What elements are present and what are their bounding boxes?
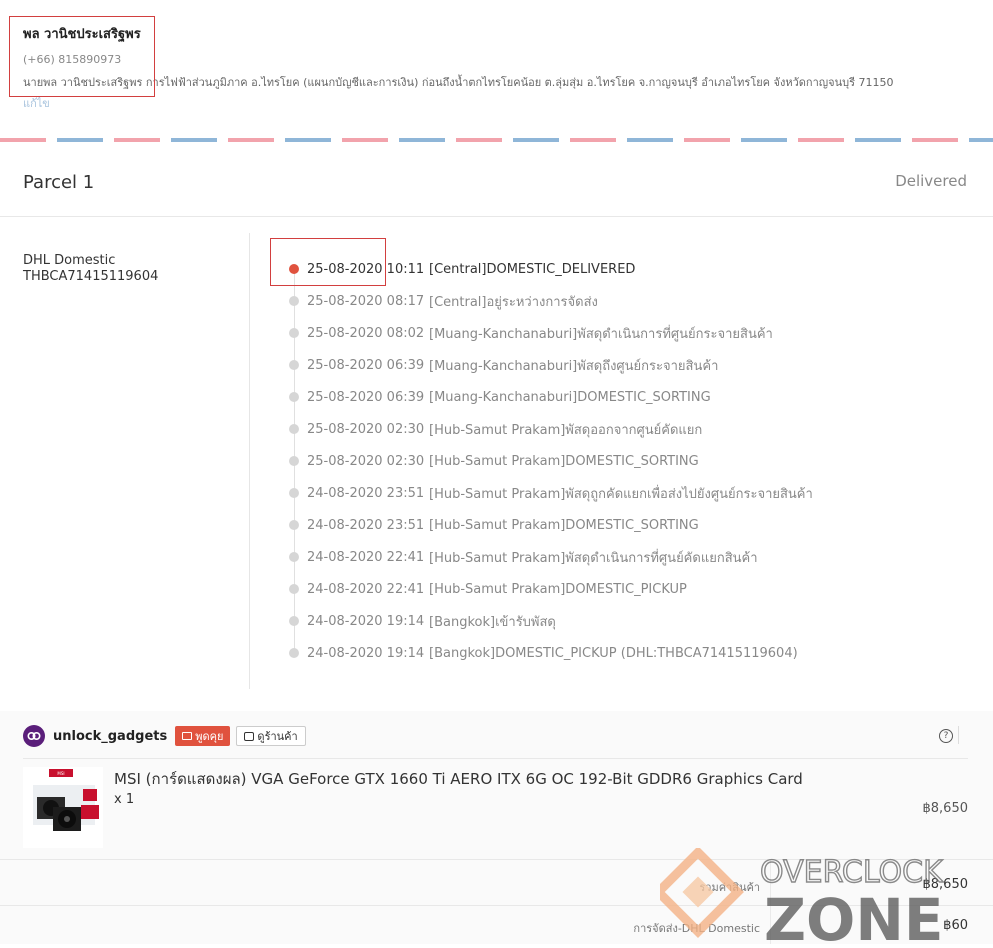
chat-button[interactable]: พูดคุย: [175, 726, 231, 746]
divider: [0, 216, 993, 217]
highlight-box-address: [9, 16, 155, 97]
event-time: 25-08-2020 08:02: [307, 325, 425, 341]
timeline-event: 25-08-2020 02:30 [Hub-Samut Prakam]พัสดุอ…: [289, 419, 702, 439]
event-time: 25-08-2020 02:30: [307, 421, 425, 437]
event-description: [Central]อยู่ระหว่างการจัดส่ง: [429, 294, 598, 310]
event-description: [Hub-Samut Prakam]พัสดุออกจากศูนย์คัดแยก: [429, 422, 703, 438]
timeline-event: 25-08-2020 08:17 [Central]อยู่ระหว่างการจ…: [289, 291, 598, 311]
chat-icon: [182, 732, 193, 740]
timeline-dot-icon: [289, 616, 299, 626]
timeline-dot-icon: [289, 488, 299, 498]
timeline-dot-icon: [289, 520, 299, 530]
timeline-event: 24-08-2020 23:51 [Hub-Samut Prakam]พัสดุถ…: [289, 483, 813, 503]
event-description: [Bangkok]DOMESTIC_PICKUP (DHL:THBCA71415…: [429, 645, 798, 661]
timeline-event: 24-08-2020 19:14 [Bangkok]เข้ารับพัสดุ: [289, 611, 556, 631]
timeline-dot-icon: [289, 552, 299, 562]
event-description: [Hub-Samut Prakam]DOMESTIC_SORTING: [429, 453, 699, 469]
event-time: 24-08-2020 23:51: [307, 517, 425, 533]
event-time: 24-08-2020 22:41: [307, 549, 425, 565]
event-time: 24-08-2020 19:14: [307, 645, 425, 661]
event-description: [Muang-Kanchanaburi]พัสดุถึงศูนย์กระจายส…: [429, 358, 719, 374]
shop-name[interactable]: unlock_gadgets: [53, 729, 167, 744]
event-time: 25-08-2020 06:39: [307, 357, 425, 373]
watermark-text-overclock: OVERCLOCK: [760, 855, 944, 890]
product-quantity: x 1: [114, 792, 135, 807]
airmail-divider: [0, 138, 993, 142]
timeline-dot-icon: [289, 456, 299, 466]
event-description: [Bangkok]เข้ารับพัสดุ: [429, 614, 556, 630]
carrier-name: DHL Domestic: [23, 253, 116, 268]
event-time: 25-08-2020 08:17: [307, 293, 425, 309]
timeline-dot-icon: [289, 296, 299, 306]
shop-header: unlock_gadgets พูดคุย ดูร้านค้า: [23, 722, 968, 750]
highlight-box-latest-event: [270, 238, 386, 286]
divider: [958, 726, 959, 744]
product-price: ฿8,650: [922, 801, 969, 816]
watermark-text-zone: ZONE: [764, 886, 944, 944]
carrier-info: DHL Domestic THBCA71415119604: [23, 253, 158, 285]
store-icon: [244, 731, 255, 741]
timeline-event: 25-08-2020 06:39 [Muang-Kanchanaburi]DOME…: [289, 387, 711, 407]
timeline-dot-icon: [289, 584, 299, 594]
timeline-dot-icon: [289, 424, 299, 434]
event-time: 25-08-2020 06:39: [307, 389, 425, 405]
event-time: 24-08-2020 19:14: [307, 613, 425, 629]
timeline-event: 25-08-2020 06:39 [Muang-Kanchanaburi]พัสด…: [289, 355, 718, 375]
help-icon[interactable]: ?: [939, 729, 953, 743]
view-shop-label: ดูร้านค้า: [257, 730, 298, 743]
event-description: [Muang-Kanchanaburi]DOMESTIC_SORTING: [429, 389, 711, 405]
timeline-dot-icon: [289, 328, 299, 338]
event-description: [Central]DOMESTIC_DELIVERED: [429, 261, 636, 277]
timeline-event: 24-08-2020 22:41 [Hub-Samut Prakam]DOMEST…: [289, 579, 687, 599]
product-image-brand: MSI: [57, 771, 64, 776]
event-time: 24-08-2020 23:51: [307, 485, 425, 501]
parcel-status: Delivered: [895, 172, 967, 190]
timeline-dot-icon: [289, 360, 299, 370]
column-divider: [249, 233, 250, 689]
event-description: [Hub-Samut Prakam]พัสดุถูกคัดแยกเพื่อส่ง…: [429, 486, 813, 502]
tracking-number[interactable]: THBCA71415119604: [23, 269, 158, 285]
timeline-event: 24-08-2020 19:14 [Bangkok]DOMESTIC_PICKUP…: [289, 643, 798, 663]
event-description: [Hub-Samut Prakam]DOMESTIC_PICKUP: [429, 581, 687, 597]
event-description: [Muang-Kanchanaburi]พัสดุดำเนินการที่ศูน…: [429, 326, 773, 342]
divider: [23, 758, 968, 759]
event-description: [Hub-Samut Prakam]พัสดุดำเนินการที่ศูนย์…: [429, 550, 758, 566]
event-description: [Hub-Samut Prakam]DOMESTIC_SORTING: [429, 517, 699, 533]
event-time: 24-08-2020 22:41: [307, 581, 425, 597]
timeline-dot-icon: [289, 392, 299, 402]
timeline-event: 24-08-2020 22:41 [Hub-Samut Prakam]พัสดุด…: [289, 547, 758, 567]
timeline-event: 24-08-2020 23:51 [Hub-Samut Prakam]DOMEST…: [289, 515, 699, 535]
product-name[interactable]: MSI (การ์ดแสดงผล) VGA GeForce GTX 1660 T…: [114, 767, 803, 791]
product-image[interactable]: MSI: [23, 767, 103, 848]
chat-button-label: พูดคุย: [195, 730, 224, 743]
event-time: 25-08-2020 02:30: [307, 453, 425, 469]
timeline-dot-icon: [289, 648, 299, 658]
timeline-event: 25-08-2020 08:02 [Muang-Kanchanaburi]พัสด…: [289, 323, 773, 343]
watermark-logo: OVERCLOCK ZONE: [652, 846, 990, 948]
view-shop-button[interactable]: ดูร้านค้า: [236, 726, 306, 746]
timeline-event: 25-08-2020 02:30 [Hub-Samut Prakam]DOMEST…: [289, 451, 699, 471]
parcel-title: Parcel 1: [23, 172, 95, 193]
shop-logo-icon[interactable]: [23, 725, 45, 747]
